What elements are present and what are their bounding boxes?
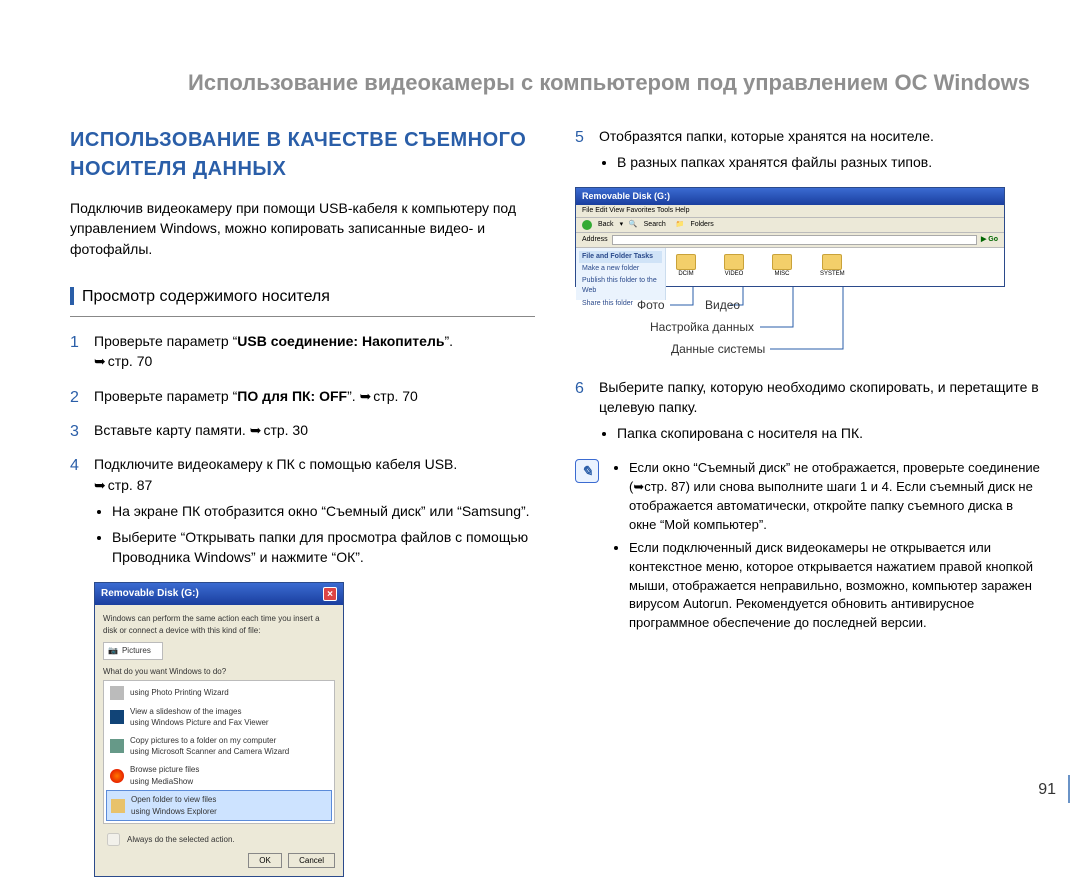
callout-video: Видео	[705, 297, 740, 314]
autoplay-ok-button: OK	[248, 853, 282, 868]
step-number: 1	[70, 331, 79, 354]
page-number: 91	[1038, 781, 1056, 799]
autoplay-titlebar: Removable Disk (G:) ×	[95, 583, 343, 606]
step-4: 4 Подключите видеокамеру к ПК с помощью …	[70, 454, 535, 567]
step-text: Выберите папку, которую необходимо скопи…	[599, 379, 1039, 415]
page-header-title: Использование видеокамеры с компьютером …	[70, 0, 1040, 106]
right-column: 5 Отобразятся папки, которые хранятся на…	[575, 126, 1040, 877]
step-number: 5	[575, 126, 584, 149]
step-text: Проверьте параметр “USB соединение: Нако…	[94, 333, 453, 349]
note-item: Если подключенный диск видеокамеры не от…	[629, 539, 1040, 633]
folder-icon	[676, 254, 696, 270]
autoplay-option-open-folder: Open folder to view filesusing Windows E…	[106, 790, 332, 821]
autoplay-cancel-button: Cancel	[288, 853, 335, 868]
page-ref: стр. 87	[94, 477, 152, 493]
autoplay-hint: Windows can perform the same action each…	[103, 613, 335, 636]
autoplay-option-copy: Copy pictures to a folder on my computer…	[106, 732, 332, 761]
autoplay-option-slideshow: View a slideshow of the imagesusing Wind…	[106, 703, 332, 732]
autoplay-always-checkbox: Always do the selected action.	[103, 830, 335, 849]
note-icon: ✎	[575, 459, 599, 483]
explorer-window-image: Removable Disk (G:) File Edit View Favor…	[575, 187, 1005, 287]
intro-paragraph: Подключив видеокамеру при помощи USB-каб…	[70, 198, 535, 259]
note-item: Если окно “Съемный диск” не отображается…	[629, 459, 1040, 534]
callout-settings: Настройка данных	[650, 319, 754, 336]
subheading-bar	[70, 287, 74, 305]
step-text: Вставьте карту памяти. стр. 30	[94, 422, 308, 438]
subheading-row: Просмотр содержимого носителя	[70, 279, 535, 317]
step-text: Проверьте параметр “ПО для ПК: OFF”. стр…	[94, 388, 418, 404]
autoplay-option-browse: Browse picture filesusing MediaShow	[106, 761, 332, 790]
step-6: 6 Выберите папку, которую необходимо ско…	[575, 377, 1040, 444]
steps-right-list: 5 Отобразятся папки, которые хранятся на…	[575, 126, 1040, 173]
explorer-address-bar: Address ▶ Go	[576, 233, 1004, 248]
step-4-sub-bullets: На экране ПК отобразится окно “Съемный д…	[94, 501, 535, 568]
step-1: 1 Проверьте параметр “USB соединение: На…	[70, 331, 535, 372]
go-button: ▶ Go	[981, 235, 998, 245]
note-list: Если окно “Съемный диск” не отображается…	[611, 459, 1040, 637]
autoplay-pictures-row: 📷 Pictures	[103, 642, 163, 660]
note-box: ✎ Если окно “Съемный диск” не отображает…	[575, 459, 1040, 637]
callout-photo: Фото	[637, 297, 665, 314]
autoplay-dialog-image: Removable Disk (G:) × Windows can perfor…	[94, 582, 344, 877]
steps-right-list-2: 6 Выберите папку, которую необходимо ско…	[575, 377, 1040, 444]
autoplay-title: Removable Disk (G:)	[101, 587, 199, 602]
bullet: Папка скопирована с носителя на ПК.	[617, 423, 1040, 443]
explorer-toolbar: Back ▾ 🔍 Search 📁 Folders	[576, 218, 1004, 233]
bullet: В разных папках хранятся файлы разных ти…	[617, 152, 1040, 172]
step-2: 2 Проверьте параметр “ПО для ПК: OFF”. с…	[70, 386, 535, 406]
step-text: Отобразятся папки, которые хранятся на н…	[599, 128, 934, 144]
step-number: 6	[575, 377, 584, 400]
left-column: ИСПОЛЬЗОВАНИЕ В КАЧЕСТВЕ СЪЕМНОГО НОСИТЕ…	[70, 126, 535, 877]
steps-left-list: 1 Проверьте параметр “USB соединение: На…	[70, 331, 535, 568]
folder-icon	[724, 254, 744, 270]
step-number: 2	[70, 386, 79, 409]
explorer-title: Removable Disk (G:)	[576, 188, 1004, 205]
bullet: На экране ПК отобразится окно “Съемный д…	[112, 501, 535, 521]
autoplay-option-print: using Photo Printing Wizard	[106, 683, 332, 703]
step-text: Подключите видеокамеру к ПК с помощью ка…	[94, 456, 457, 472]
step-5: 5 Отобразятся папки, которые хранятся на…	[575, 126, 1040, 173]
page-ref: стр. 70	[94, 353, 152, 369]
back-icon	[582, 220, 592, 230]
close-icon: ×	[323, 587, 337, 601]
subheading: Просмотр содержимого носителя	[82, 285, 330, 308]
step-number: 4	[70, 454, 79, 477]
section-title: ИСПОЛЬЗОВАНИЕ В КАЧЕСТВЕ СЪЕМНОГО НОСИТЕ…	[70, 126, 535, 184]
step-3: 3 Вставьте карту памяти. стр. 30	[70, 420, 535, 440]
folder-icon	[822, 254, 842, 270]
callout-system: Данные системы	[671, 341, 765, 358]
callout-lines: Фото Видео Настройка данных Данные систе…	[575, 287, 1040, 377]
folder-icon	[772, 254, 792, 270]
bullet: Выберите “Открывать папки для просмотра …	[112, 527, 535, 568]
address-box	[612, 235, 977, 245]
step-number: 3	[70, 420, 79, 443]
explorer-menubar: File Edit View Favorites Tools Help	[576, 205, 1004, 218]
autoplay-prompt: What do you want Windows to do?	[103, 666, 335, 678]
